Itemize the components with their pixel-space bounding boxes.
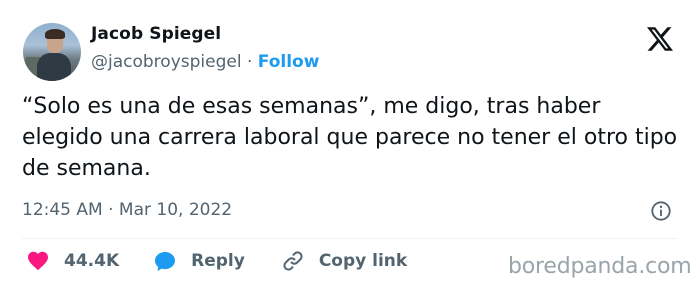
copy-link-button[interactable]: Copy link [281, 249, 407, 273]
avatar-body [37, 53, 71, 81]
author-handle-row: @jacobroyspiegel · Follow [91, 52, 319, 72]
avatar[interactable] [23, 23, 81, 81]
reply-label: Reply [191, 251, 245, 271]
speech-bubble-icon [155, 252, 176, 271]
avatar-hair [45, 29, 65, 39]
watermark: boredpanda.com [508, 254, 692, 279]
follow-button[interactable]: Follow [258, 52, 320, 72]
heart-icon [28, 251, 48, 271]
divider [22, 238, 678, 239]
author-name[interactable]: Jacob Spiegel [91, 24, 221, 44]
author-handle[interactable]: @jacobroyspiegel [91, 52, 242, 72]
x-logo-icon[interactable] [646, 26, 674, 52]
copy-link-label: Copy link [318, 251, 408, 271]
like-button[interactable]: 44.4K [26, 249, 119, 273]
reply-button[interactable]: Reply [153, 249, 245, 273]
info-icon[interactable] [650, 200, 672, 222]
handle-separator: · [246, 52, 253, 72]
action-bar: 44.4K Reply Copy link [26, 248, 443, 274]
tweet-text: “Solo es una de esas semanas”, me digo, … [22, 94, 678, 181]
tweet-card: Jacob Spiegel @jacobroyspiegel · Follow … [0, 0, 700, 288]
tweet-timestamp[interactable]: 12:45 AM · Mar 10, 2022 [22, 200, 232, 220]
link-icon [283, 251, 303, 271]
like-count: 44.4K [64, 251, 120, 271]
